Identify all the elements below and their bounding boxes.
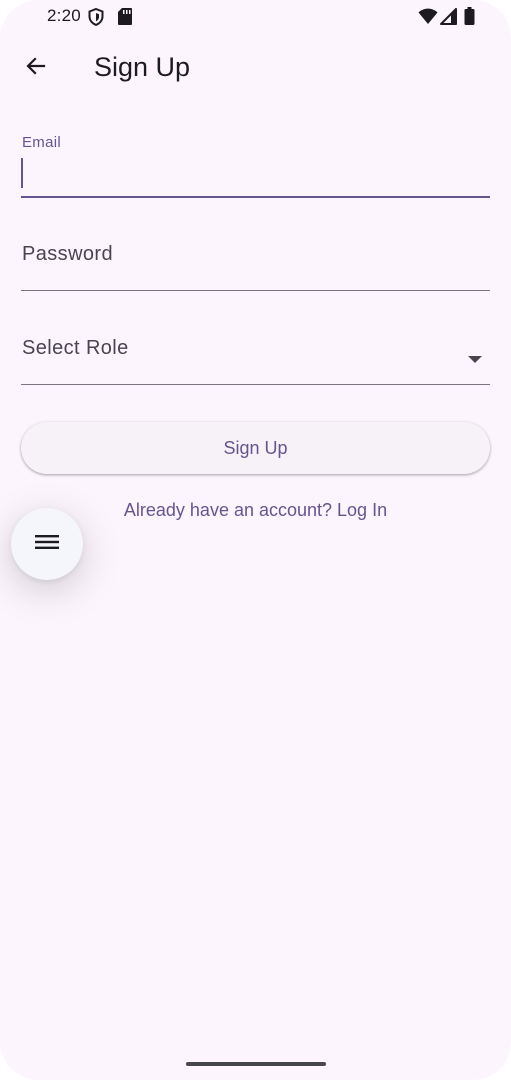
login-link[interactable]: Already have an account? Log In [0, 500, 511, 521]
status-time: 2:20 [47, 6, 81, 25]
arrow-left-icon [24, 54, 48, 83]
menu-button[interactable] [11, 508, 83, 580]
role-select[interactable]: Select Role [21, 320, 490, 386]
back-button[interactable] [16, 48, 56, 88]
shield-icon [88, 7, 104, 31]
sd-card-icon [118, 8, 132, 30]
signal-icon [440, 8, 457, 30]
signup-button[interactable]: Sign Up [21, 422, 490, 474]
email-label: Email [22, 134, 62, 151]
page-title: Sign Up [94, 52, 191, 82]
password-label: Password [22, 243, 114, 265]
menu-icon [34, 532, 60, 557]
email-field[interactable]: Email [21, 118, 490, 198]
status-bar: 2:20 [0, 0, 511, 34]
signup-screen: 2:20 Sign Up Email Password Select Role … [0, 0, 511, 1080]
battery-icon [464, 7, 475, 30]
gesture-bar[interactable] [186, 1062, 326, 1066]
dropdown-arrow-icon [468, 356, 482, 363]
role-underline [21, 384, 490, 385]
role-label: Select Role [22, 337, 129, 359]
wifi-icon [418, 8, 438, 30]
text-cursor [21, 158, 23, 188]
email-underline [21, 196, 490, 198]
password-underline [21, 290, 490, 291]
password-field[interactable]: Password [21, 226, 490, 292]
